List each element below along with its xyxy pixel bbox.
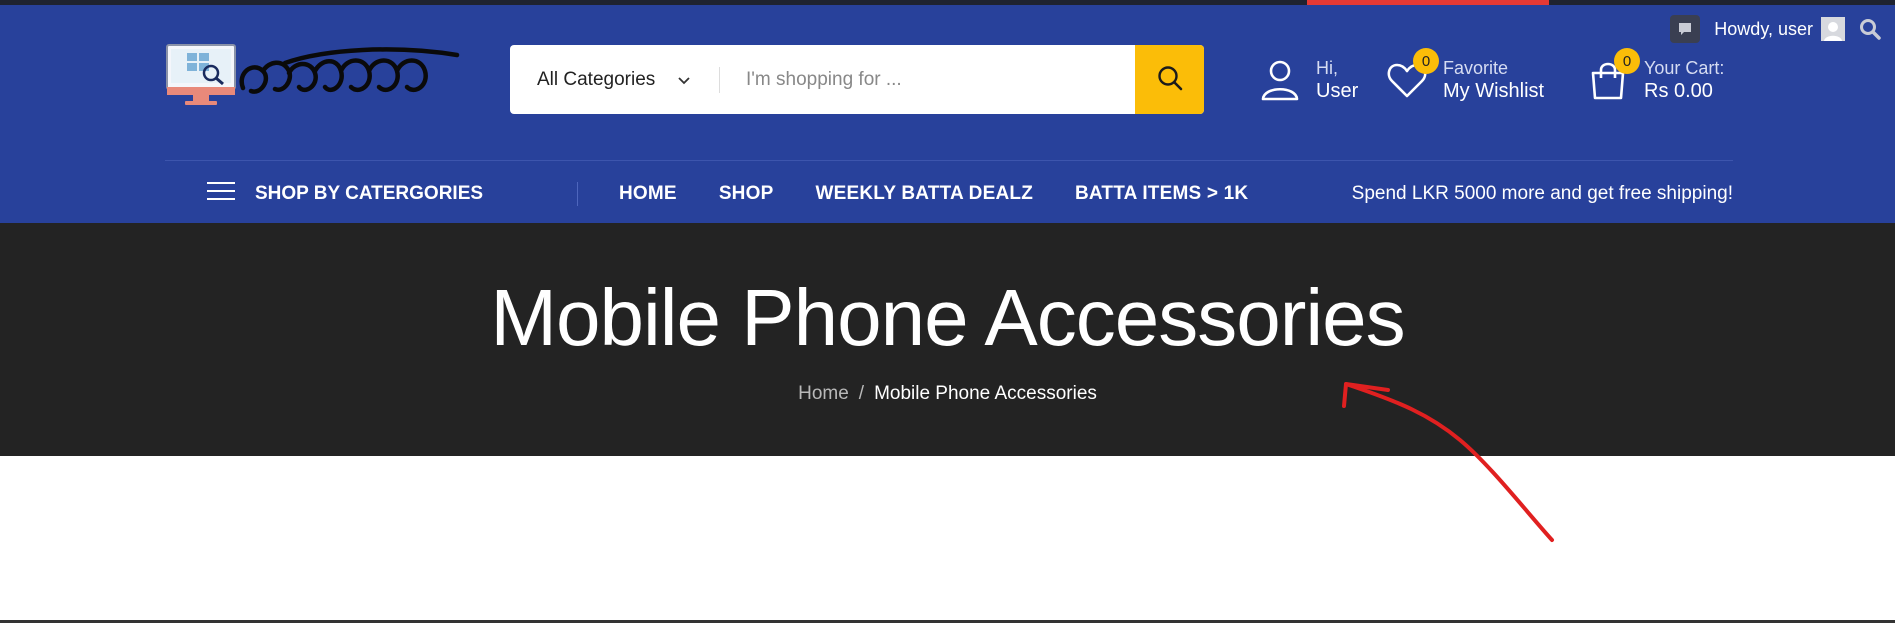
breadcrumb-separator: / xyxy=(858,383,865,404)
shop-by-categories-label: SHOP BY CATERGORIES xyxy=(255,183,484,204)
nav-item-home[interactable]: HOME xyxy=(619,183,677,205)
category-select[interactable]: All Categories xyxy=(510,45,720,114)
breadcrumb-current: Mobile Phone Accessories xyxy=(874,383,1097,404)
chevron-down-icon xyxy=(678,69,690,91)
avatar xyxy=(1821,17,1845,41)
product-search-bar: All Categories xyxy=(510,45,1204,114)
wishlist-count-badge: 0 xyxy=(1413,48,1439,74)
cart-caption: Your Cart: xyxy=(1644,58,1725,78)
breadcrumb: Home / Mobile Phone Accessories xyxy=(0,383,1895,405)
wishlist-label: My Wishlist xyxy=(1443,80,1545,102)
site-logo[interactable] xyxy=(165,43,460,113)
nav-item-shop[interactable]: SHOP xyxy=(719,183,774,205)
category-select-value: All Categories xyxy=(537,68,656,90)
search-input[interactable] xyxy=(720,45,1135,114)
user-icon xyxy=(1258,58,1302,102)
nav-item-batta-items-1k[interactable]: BATTA ITEMS > 1K xyxy=(1075,183,1248,205)
search-icon[interactable] xyxy=(1859,18,1881,40)
cart-total: Rs 0.00 xyxy=(1644,80,1713,102)
site-header: Howdy, user All Categories I'm shopping … xyxy=(0,5,1895,223)
heart-icon: 0 xyxy=(1385,48,1439,102)
breadcrumb-home[interactable]: Home xyxy=(798,383,849,405)
cart-count-badge: 0 xyxy=(1614,48,1640,74)
account-name: User xyxy=(1316,80,1359,102)
nav-item-weekly-batta-dealz[interactable]: WEEKLY BATTA DEALZ xyxy=(815,183,1033,205)
hamburger-icon xyxy=(207,181,235,207)
admin-bar: Howdy, user xyxy=(1670,15,1895,43)
search-button[interactable] xyxy=(1135,45,1204,114)
main-nav: HOME SHOP WEEKLY BATTA DEALZ BATTA ITEMS… xyxy=(619,177,1248,211)
account-link[interactable]: Hi, User xyxy=(1258,57,1358,103)
nav-divider xyxy=(165,160,1733,161)
shopping-bag-icon: 0 xyxy=(1586,48,1640,102)
nav-separator xyxy=(577,182,578,206)
howdy-user[interactable]: Howdy, user xyxy=(1714,17,1845,41)
comment-icon[interactable] xyxy=(1670,15,1701,43)
search-icon xyxy=(1156,64,1184,95)
shop-by-categories-button[interactable]: SHOP BY CATERGORIES xyxy=(207,177,483,211)
account-greeting: Hi, xyxy=(1316,58,1338,78)
page-hero: Mobile Phone Accessories Home / Mobile P… xyxy=(0,223,1895,456)
wishlist-caption: Favorite xyxy=(1443,58,1509,78)
cart-link[interactable]: 0 Your Cart: Rs 0.00 xyxy=(1586,48,1725,103)
howdy-text: Howdy, user xyxy=(1714,18,1813,39)
wishlist-link[interactable]: 0 Favorite My Wishlist xyxy=(1385,48,1545,103)
free-shipping-promo: Spend LKR 5000 more and get free shippin… xyxy=(1351,183,1733,204)
page-title: Mobile Phone Accessories xyxy=(490,273,1405,362)
